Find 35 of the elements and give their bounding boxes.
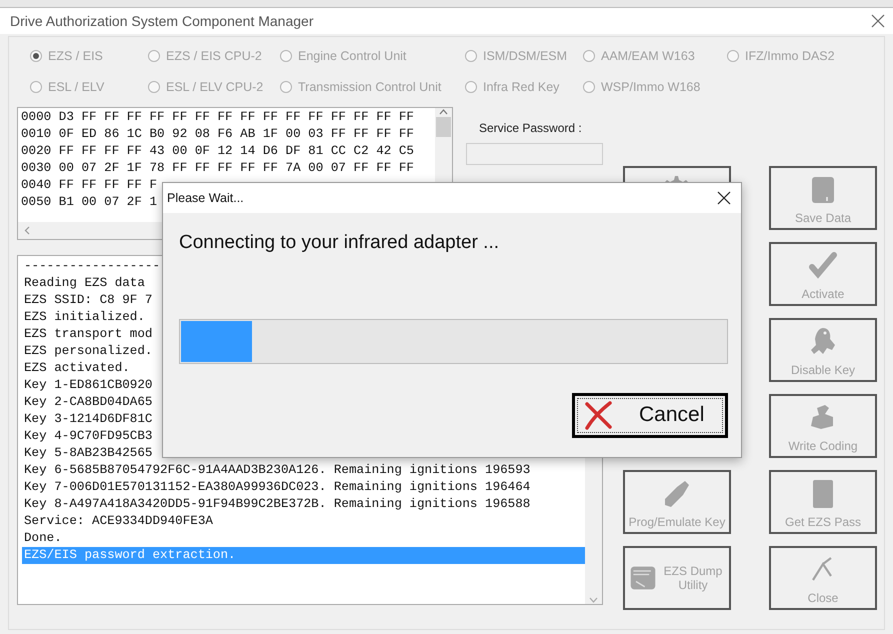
dialog-title: Please Wait... (167, 190, 244, 207)
log-line[interactable]: EZS transport mod (22, 326, 152, 343)
log-line[interactable]: Key 7-006D01E570131152-EA380A99936DC023. Remaining ignitions 196464 (22, 479, 530, 496)
hex-line: 0000 D3 FF FF FF FF FF FF FF FF FF FF FF FF FF FF FF (21, 109, 414, 126)
log-line[interactable]: Key 1-ED861CB0920 (22, 377, 152, 394)
log-line[interactable]: Key 8-A497A418A3420DD5-91F94B99C2BE372B. Remaining ignitions 196588 (22, 496, 530, 513)
cross-icon (583, 400, 613, 430)
password-field[interactable] (466, 143, 603, 165)
log-line[interactable]: ------------------ (22, 258, 160, 275)
scrollbar-thumb[interactable] (436, 117, 451, 137)
log-line[interactable]: Reading EZS data (22, 275, 145, 292)
hex-line: 0020 FF FF FF FF 43 00 0F 12 14 D6 DF 81 CC C2 42 C5 (21, 143, 414, 160)
log-line[interactable]: Key 2-CA8BD04DA65 (22, 394, 152, 411)
log-line[interactable]: Key 6-5685B87054792F6C-91A4AAD3B230A126. Remaining ignitions 196593 (22, 462, 530, 479)
log-line[interactable]: Key 4-9C70FD95CB3 (22, 428, 152, 445)
hex-line: 0040 FF FF FF FF F (21, 177, 158, 194)
field-label: Service Password : (479, 120, 583, 137)
cancel-button[interactable]: Cancel (572, 392, 728, 438)
hex-line: 0030 00 07 2F 1F 78 FF FF FF FF FF 7A 00 07 FF FF FF (21, 160, 414, 177)
log-line[interactable]: EZS personalized. (22, 343, 152, 360)
close-icon[interactable] (717, 191, 731, 205)
window-title: Drive Authorization System Component Manager (10, 12, 314, 31)
status-message: Connecting to your infrared adapter ... (179, 231, 500, 255)
log-line[interactable]: EZS activated. (22, 360, 130, 377)
log-line[interactable]: EZS initialized. (22, 309, 145, 326)
log-line[interactable]: Key 5-8AB23B42565 (22, 445, 152, 462)
scroll-down-icon[interactable] (589, 597, 598, 604)
scroll-left-icon[interactable] (24, 226, 30, 235)
hex-line: 0050 B1 00 07 2F 1 (21, 194, 158, 211)
log-line[interactable]: Key 3-1214D6DF81C (22, 411, 152, 428)
log-line[interactable]: Done. (22, 530, 62, 547)
hex-line: 0010 0F ED 86 1C B0 92 08 F6 AB 1F 00 03 FF FF FF FF (21, 126, 414, 143)
log-line[interactable]: Service: ACE9334DD940FE3A (22, 513, 213, 530)
log-line[interactable]: EZS SSID: C8 9F 7 (22, 292, 152, 309)
scroll-up-icon[interactable] (439, 108, 448, 115)
